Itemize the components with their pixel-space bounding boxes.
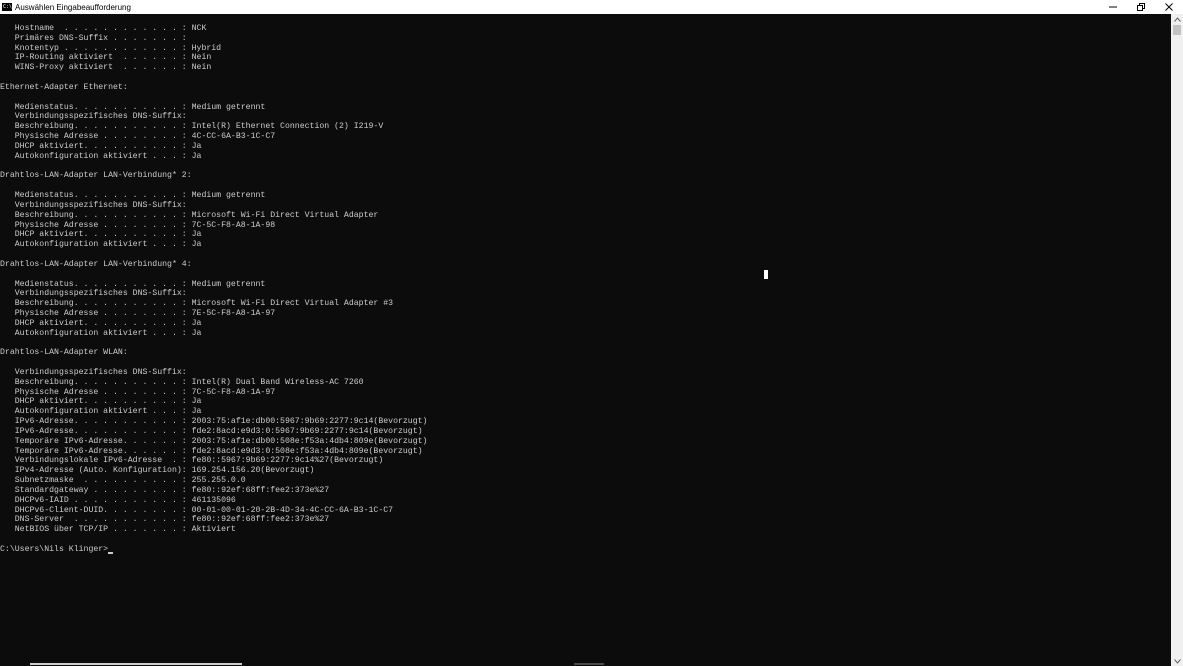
console-line: Drahtlos-LAN-Adapter WLAN: [0, 348, 128, 358]
console-line: Medienstatus. . . . . . . . . . . : Medi… [0, 279, 266, 289]
console-line: Medienstatus. . . . . . . . . . . : Medi… [0, 191, 266, 201]
console-line: Beschreibung. . . . . . . . . . . : Inte… [0, 122, 384, 132]
console-line: Autokonfiguration aktiviert . . . : Ja [0, 407, 202, 417]
console-app-icon: C:\_ [2, 3, 16, 11]
console-line: Standardgateway . . . . . . . . . : fe80… [0, 485, 330, 495]
console-line: Beschreibung. . . . . . . . . . . : Micr… [0, 210, 379, 220]
console-line: Physische Adresse . . . . . . . . : 7C-5… [0, 220, 276, 230]
console-line: Verbindungsspezifisches DNS-Suffix: [0, 200, 187, 210]
console-line: IPv6-Adresse. . . . . . . . . . . : 2003… [0, 417, 428, 427]
console-line: Autokonfiguration aktiviert . . . : Ja [0, 328, 202, 338]
minimize-icon [1109, 6, 1117, 8]
console-line: Primäres DNS-Suffix . . . . . . . : [0, 33, 187, 43]
console-line: Subnetzmaske . . . . . . . . . . : 255.2… [0, 476, 246, 486]
console-line: Temporäre IPv6-Adresse. . . . . . : fde2… [0, 446, 423, 456]
console-line: Verbindungsspezifisches DNS-Suffix: [0, 112, 187, 122]
console-line: Medienstatus. . . . . . . . . . . : Medi… [0, 102, 266, 112]
console-line: DHCP aktiviert. . . . . . . . . . : Ja [0, 397, 202, 407]
horizontal-scrollbar[interactable] [0, 662, 1171, 666]
console-line: Beschreibung. . . . . . . . . . . : Micr… [0, 299, 394, 309]
console-line: Ethernet-Adapter Ethernet: [0, 82, 128, 92]
close-button[interactable] [1155, 0, 1183, 14]
console-line: IPv4-Adresse (Auto. Konfiguration): 169.… [0, 466, 315, 476]
console-line: WINS-Proxy aktiviert . . . . . . : Nein [0, 63, 212, 73]
console-line: IP-Routing aktiviert . . . . . . : Nein [0, 53, 212, 63]
console-line: IPv6-Adresse. . . . . . . . . . . : fde2… [0, 426, 423, 436]
title-bar[interactable]: C:\_ Auswählen Eingabeaufforderung [0, 0, 1183, 14]
command-prompt-window: C:\_ Auswählen Eingabeaufforderung Hostn… [0, 0, 1183, 666]
console-line: DHCPv6-IAID . . . . . . . . . . . : 4611… [0, 495, 236, 505]
console-line: Knotentyp . . . . . . . . . . . . : Hybr… [0, 43, 222, 53]
console-line: NetBIOS über TCP/IP . . . . . . . : Akti… [0, 525, 236, 535]
console-line: Autokonfiguration aktiviert . . . : Ja [0, 240, 202, 250]
console-line: Physische Adresse . . . . . . . . : 7C-5… [0, 387, 276, 397]
scroll-down-button[interactable] [1171, 656, 1183, 666]
restore-icon [1137, 3, 1145, 11]
close-icon [1165, 3, 1173, 11]
horizontal-scrollbar-thumb[interactable] [30, 663, 242, 665]
vertical-scrollbar[interactable] [1171, 14, 1183, 666]
console-line: Verbindungsspezifisches DNS-Suffix: [0, 367, 187, 377]
restore-button[interactable] [1127, 0, 1155, 14]
console-line: Hostname . . . . . . . . . . . . : NCK [0, 24, 207, 33]
console-line: DHCP aktiviert. . . . . . . . . . : Ja [0, 141, 202, 151]
console-line: Beschreibung. . . . . . . . . . . : Inte… [0, 377, 364, 387]
console-line: Drahtlos-LAN-Adapter LAN-Verbindung* 4: [0, 259, 192, 269]
minimize-button[interactable] [1099, 0, 1127, 14]
console-line: Physische Adresse . . . . . . . . : 4C-C… [0, 132, 276, 142]
console-line: Temporäre IPv6-Adresse. . . . . . : 2003… [0, 436, 428, 446]
console-output[interactable]: Hostname . . . . . . . . . . . . : NCK P… [0, 24, 1171, 654]
command-prompt: C:\Users\Nils Klinger> [0, 544, 109, 554]
console-line: DHCP aktiviert. . . . . . . . . . : Ja [0, 230, 202, 240]
chevron-up-icon [1173, 16, 1181, 22]
prompt-line[interactable]: C:\Users\Nils Klinger> [0, 545, 1171, 555]
text-caret [108, 551, 114, 554]
console-line: Drahtlos-LAN-Adapter LAN-Verbindung* 2: [0, 171, 192, 181]
caption-buttons [1099, 0, 1183, 14]
console-line: DNS-Server . . . . . . . . . . . : fe80:… [0, 515, 330, 525]
text-selection-cursor [764, 270, 768, 279]
scroll-up-button[interactable] [1171, 14, 1183, 24]
horizontal-scroll-marker [574, 663, 604, 665]
window-title: Auswählen Eingabeaufforderung [15, 2, 131, 12]
console-line: DHCPv6-Client-DUID. . . . . . . . : 00-0… [0, 505, 394, 515]
console-line: Verbindungsspezifisches DNS-Suffix: [0, 289, 187, 299]
chevron-down-icon [1173, 658, 1181, 664]
console-line: Autokonfiguration aktiviert . . . : Ja [0, 151, 202, 161]
console-line: Verbindungslokale IPv6-Adresse . : fe80:… [0, 456, 384, 466]
scrollbar-thumb[interactable] [1173, 25, 1181, 35]
console-line: Physische Adresse . . . . . . . . : 7E-5… [0, 309, 276, 319]
console-line: DHCP aktiviert. . . . . . . . . . : Ja [0, 318, 202, 328]
